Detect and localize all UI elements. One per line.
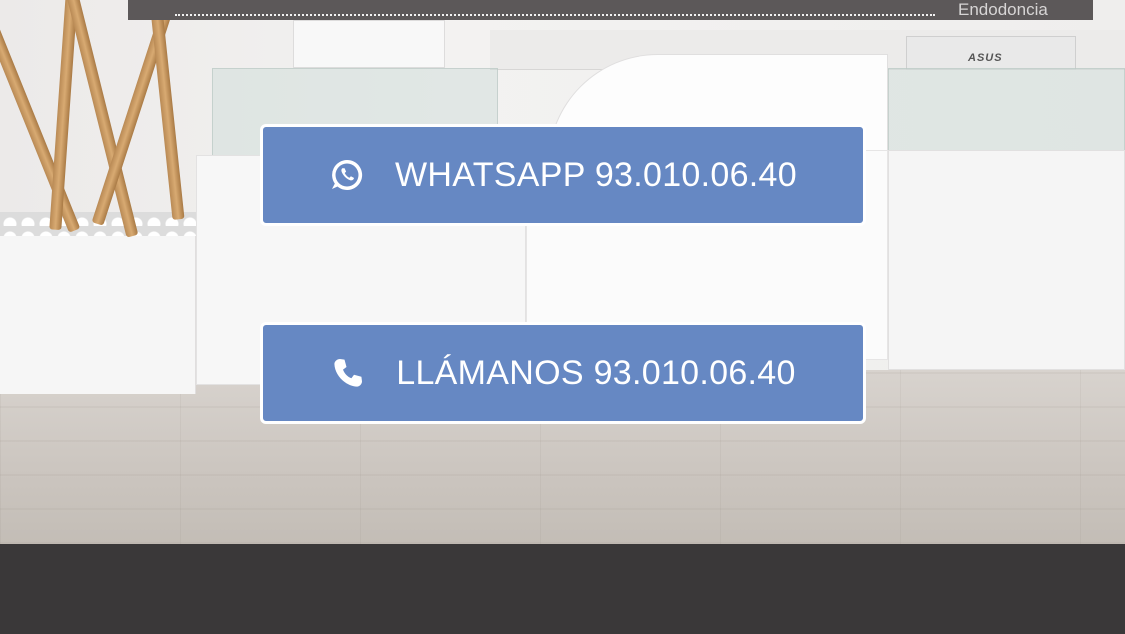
dotted-divider — [175, 14, 935, 16]
header-strip-text: Endodoncia — [958, 0, 1048, 19]
wall-cabinet — [293, 20, 445, 68]
call-button-label: LLÁMANOS 93.010.06.40 — [396, 353, 796, 392]
reception-desk-right — [888, 150, 1125, 370]
planter — [0, 230, 196, 394]
glass-panel-right — [888, 68, 1125, 152]
header-strip — [128, 0, 1093, 20]
whatsapp-button[interactable]: WHATSAPP 93.010.06.40 — [260, 124, 866, 226]
phone-icon — [330, 355, 366, 391]
monitor-brand-label: ASUS — [968, 52, 1003, 64]
footer-band — [0, 544, 1125, 634]
hero-background-photo: ASUS Endodoncia — [0, 0, 1125, 544]
call-button[interactable]: LLÁMANOS 93.010.06.40 — [260, 322, 866, 424]
whatsapp-icon — [329, 157, 365, 193]
whatsapp-button-label: WHATSAPP 93.010.06.40 — [395, 155, 797, 194]
